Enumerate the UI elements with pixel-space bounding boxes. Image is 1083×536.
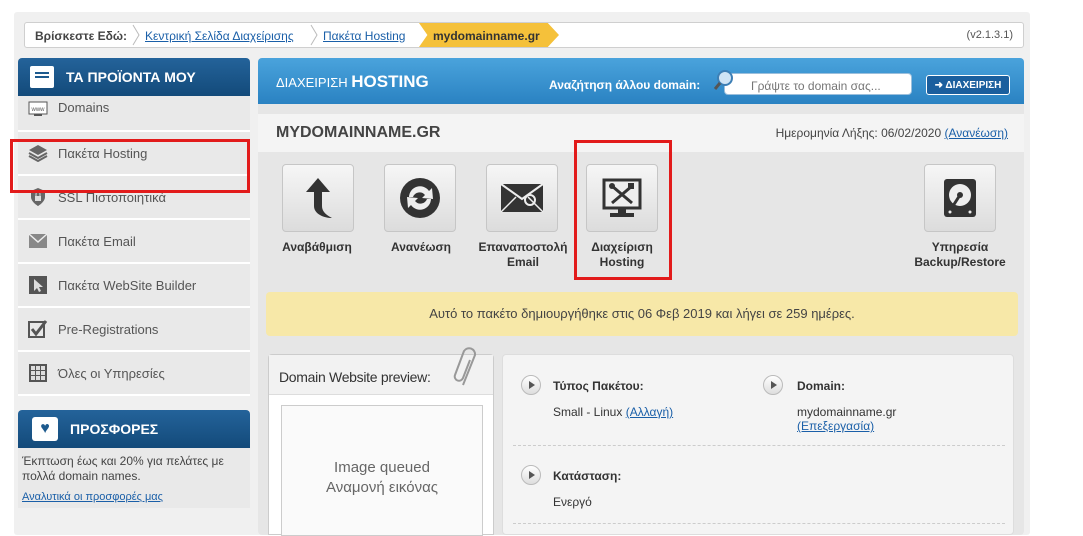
domain-title: MYDOMAINNAME.GR: [276, 124, 441, 141]
highlight-box-sidebar-hosting: [10, 139, 250, 193]
status-label: Κατάσταση:: [553, 469, 622, 483]
package-type-text: Small - Linux: [553, 405, 623, 419]
package-type-change-link[interactable]: (Αλλαγή): [626, 405, 673, 419]
domain-label: Domain:: [797, 379, 845, 393]
backup-restore-label-line1: Υπηρεσία: [931, 240, 989, 254]
sidebar-item-label: Πακέτα Email: [58, 233, 136, 249]
offers-link[interactable]: Αναλυτικά οι προσφορές μας: [22, 490, 246, 505]
package-type-label: Τύπος Πακέτου:: [553, 379, 644, 393]
sidebar-item-email[interactable]: Πακέτα Email: [18, 220, 250, 264]
sidebar-item-preregistrations[interactable]: Pre-Registrations: [18, 308, 250, 352]
sidebar-item-label: Πακέτα WebSite Builder: [58, 277, 197, 293]
preview-line2: Αναμονή εικόνας: [326, 479, 438, 496]
sidebar: ΤΑ ΠΡΟΪΟΝΤΑ ΜΟΥ www Domains Πακέτα Hosti…: [18, 58, 250, 508]
version-label: (v2.1.3.1): [966, 29, 1013, 41]
website-preview-panel: Domain Website preview: Image queued Ανα…: [268, 347, 494, 536]
checkbox-icon: [28, 320, 48, 338]
www-icon: www: [28, 100, 48, 118]
sidebar-item-domains[interactable]: www Domains: [18, 96, 250, 132]
renew-link[interactable]: (Ανανέωση): [944, 126, 1008, 140]
play-bullet-icon: [521, 375, 541, 395]
sidebar-item-website-builder[interactable]: Πακέτα WebSite Builder: [18, 264, 250, 308]
divider: [513, 523, 1005, 524]
play-bullet-icon: [763, 375, 783, 395]
hard-drive-icon: [944, 179, 976, 217]
backup-restore-label-line2: Backup/Restore: [914, 255, 1006, 269]
products-box-icon: [30, 66, 54, 88]
refresh-icon: [400, 178, 440, 218]
resend-email-label: Επαναποστολή Email: [468, 240, 578, 270]
search-label: Αναζήτηση άλλου domain:: [549, 78, 701, 92]
domain-value-text: mydomainname.gr: [797, 405, 897, 419]
expiry-info: Ημερομηνία Λήξης: 06/02/2020 (Ανανέωση): [776, 126, 1008, 140]
upgrade-arrow-icon: [306, 178, 332, 218]
offers-header-title: ΠΡΟΣΦΟΡΕΣ: [70, 421, 159, 437]
main-panel: ΔΙΑΧΕΙΡΙΣΗ HOSTING Αναζήτηση άλλου domai…: [258, 58, 1024, 536]
domain-edit-link[interactable]: (Επεξεργασία): [797, 419, 874, 433]
status-value: Ενεργό: [553, 495, 592, 509]
cursor-icon: [28, 276, 48, 294]
main-title: ΔΙΑΧΕΙΡΙΣΗ HOSTING: [276, 72, 429, 92]
upgrade-button[interactable]: [282, 164, 354, 232]
breadcrumb-link-home[interactable]: Κεντρική Σελίδα Διαχείρισης: [145, 29, 294, 43]
sidebar-item-all-services[interactable]: Όλες οι Υπηρεσίες: [18, 352, 250, 396]
play-bullet-icon: [521, 465, 541, 485]
main-title-prefix: ΔΙΑΧΕΙΡΙΣΗ: [276, 75, 348, 90]
breadcrumb-separator-icon: [132, 24, 140, 46]
backup-restore-button[interactable]: [924, 164, 996, 232]
resend-email-button[interactable]: [486, 164, 558, 232]
offers-header: ♥ ΠΡΟΣΦΟΡΕΣ: [18, 410, 250, 448]
main-header: ΔΙΑΧΕΙΡΙΣΗ HOSTING Αναζήτηση άλλου domai…: [258, 58, 1024, 104]
sidebar-header: ΤΑ ΠΡΟΪΟΝΤΑ ΜΟΥ: [18, 58, 250, 96]
breadcrumb-separator-icon: [310, 24, 318, 46]
resend-email-icon: [500, 183, 544, 213]
paperclip-icon: [453, 347, 477, 386]
email-icon: [28, 232, 48, 250]
manage-button[interactable]: ➜ ΔΙΑΧΕΙΡΙΣΗ: [926, 75, 1010, 95]
sidebar-item-label: Pre-Registrations: [58, 321, 159, 337]
heart-icon: ♥: [32, 417, 58, 441]
preview-line1: Image queued: [334, 459, 430, 476]
grid-icon: [28, 364, 48, 382]
sidebar-item-label: Domains: [58, 100, 110, 115]
expiry-label: Ημερομηνία Λήξης: 06/02/2020: [775, 126, 942, 140]
sidebar-item-label: Όλες οι Υπηρεσίες: [58, 365, 165, 381]
package-info-panel: Τύπος Πακέτου: Small - Linux (Αλλαγή) Do…: [502, 354, 1014, 535]
package-type-value: Small - Linux (Αλλαγή): [553, 405, 673, 419]
divider: [513, 445, 1005, 446]
renew-button[interactable]: [384, 164, 456, 232]
offers-body: Έκπτωση έως και 20% για πελάτες με πολλά…: [18, 448, 250, 508]
highlight-box-manage-hosting: [574, 140, 672, 280]
breadcrumb-here-label: Βρίσκεστε Εδώ:: [35, 29, 128, 43]
resend-email-label-line1: Επαναποστολή: [478, 240, 568, 254]
breadcrumb-link-hosting[interactable]: Πακέτα Hosting: [323, 29, 405, 43]
breadcrumb-current: mydomainname.gr: [419, 23, 559, 47]
backup-restore-label: Υπηρεσία Backup/Restore: [898, 240, 1022, 270]
resend-email-label-line2: Email: [506, 255, 539, 269]
preview-image-placeholder: Image queued Αναμονή εικόνας: [281, 405, 483, 536]
svg-text:www: www: [31, 107, 46, 113]
main-title-main: HOSTING: [351, 72, 429, 91]
breadcrumb: Βρίσκεστε Εδώ: Κεντρική Σελίδα Διαχείρισ…: [24, 22, 1024, 48]
domain-search-input[interactable]: [724, 73, 912, 95]
search-icon[interactable]: [713, 69, 735, 91]
sidebar-header-title: ΤΑ ΠΡΟΪΟΝΤΑ ΜΟΥ: [66, 69, 196, 85]
upgrade-label: Αναβάθμιση: [282, 240, 352, 254]
offers-text: Έκπτωση έως και 20% για πελάτες με πολλά…: [22, 454, 224, 483]
domain-value: mydomainname.gr (Επεξεργασία): [797, 405, 896, 433]
renew-label: Ανανέωση: [390, 240, 452, 254]
package-notice: Αυτό το πακέτο δημιουργήθηκε στις 06 Φεβ…: [266, 292, 1018, 336]
